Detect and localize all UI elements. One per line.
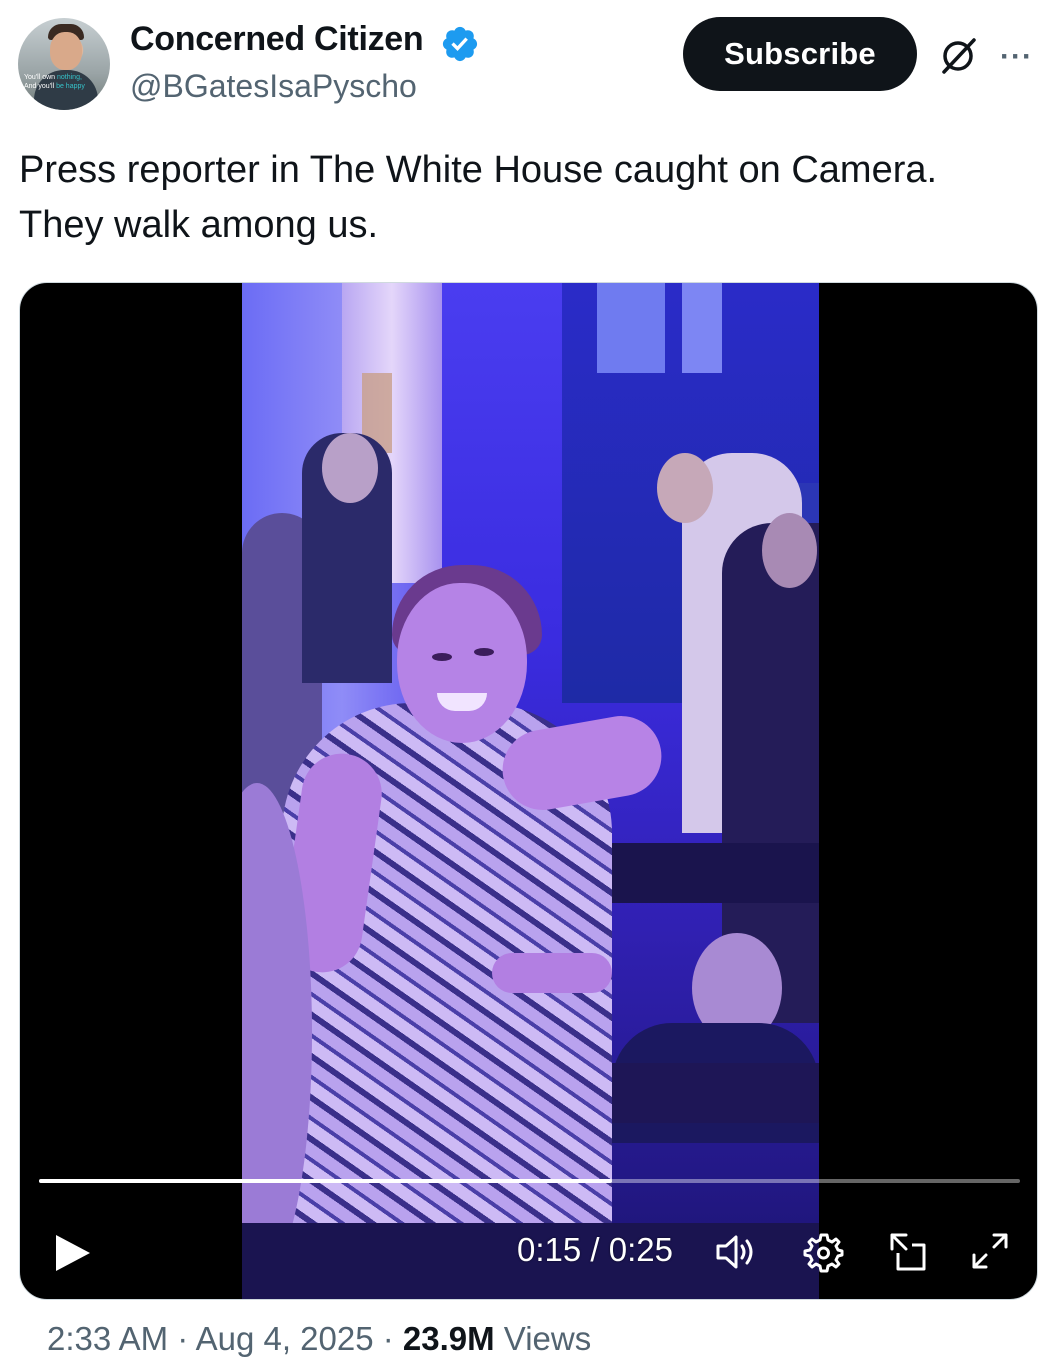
fullscreen-icon[interactable] bbox=[970, 1231, 1010, 1271]
video-frame[interactable]: HITE HOUS bbox=[242, 283, 819, 1299]
avatar-caption-line2: And you'll be happy bbox=[24, 83, 85, 90]
tweet-time[interactable]: 2:33 AM bbox=[47, 1320, 168, 1357]
video-panel bbox=[682, 283, 722, 373]
video-reporter-head bbox=[397, 583, 527, 743]
author-handle[interactable]: @BGatesIsaPyscho bbox=[130, 68, 417, 105]
tweet-date[interactable]: Aug 4, 2025 bbox=[196, 1320, 374, 1357]
video-time: 0:15 / 0:25 bbox=[517, 1231, 673, 1268]
grok-icon[interactable] bbox=[936, 34, 980, 78]
video-player[interactable]: HITE HOUS 0:15 / 0:25 bbox=[19, 282, 1038, 1300]
tweet-metadata: 2:33 AM · Aug 4, 2025 · 23.9M Views bbox=[47, 1320, 591, 1358]
video-person-head bbox=[322, 433, 378, 503]
avatar-face bbox=[50, 32, 82, 70]
video-reporter-hand bbox=[492, 953, 612, 993]
video-person-head bbox=[657, 453, 713, 523]
video-progress-bar[interactable] bbox=[39, 1179, 1020, 1183]
avatar[interactable]: You'll own nothing, And you'll be happy bbox=[18, 18, 110, 110]
video-reporter-eye bbox=[432, 653, 452, 661]
views-count[interactable]: 23.9M bbox=[403, 1320, 495, 1357]
settings-icon[interactable] bbox=[802, 1231, 844, 1273]
play-icon[interactable] bbox=[50, 1231, 94, 1275]
video-person-head bbox=[762, 513, 817, 588]
volume-icon[interactable] bbox=[714, 1231, 760, 1273]
dock-icon[interactable] bbox=[886, 1231, 928, 1273]
meta-separator: · bbox=[168, 1320, 196, 1357]
tweet-text: Press reporter in The White House caught… bbox=[19, 149, 938, 246]
video-panel bbox=[597, 283, 665, 373]
more-options-icon[interactable]: ··· bbox=[1000, 40, 1033, 74]
views-label: Views bbox=[494, 1320, 592, 1357]
meta-separator: · bbox=[373, 1320, 403, 1357]
video-reporter-eye bbox=[474, 648, 494, 656]
video-progress-fill bbox=[39, 1179, 612, 1183]
verified-badge-icon bbox=[442, 26, 478, 62]
avatar-caption-line1: You'll own nothing, bbox=[24, 74, 82, 81]
author-name[interactable]: Concerned Citizen bbox=[130, 20, 424, 59]
subscribe-button[interactable]: Subscribe bbox=[683, 17, 917, 91]
